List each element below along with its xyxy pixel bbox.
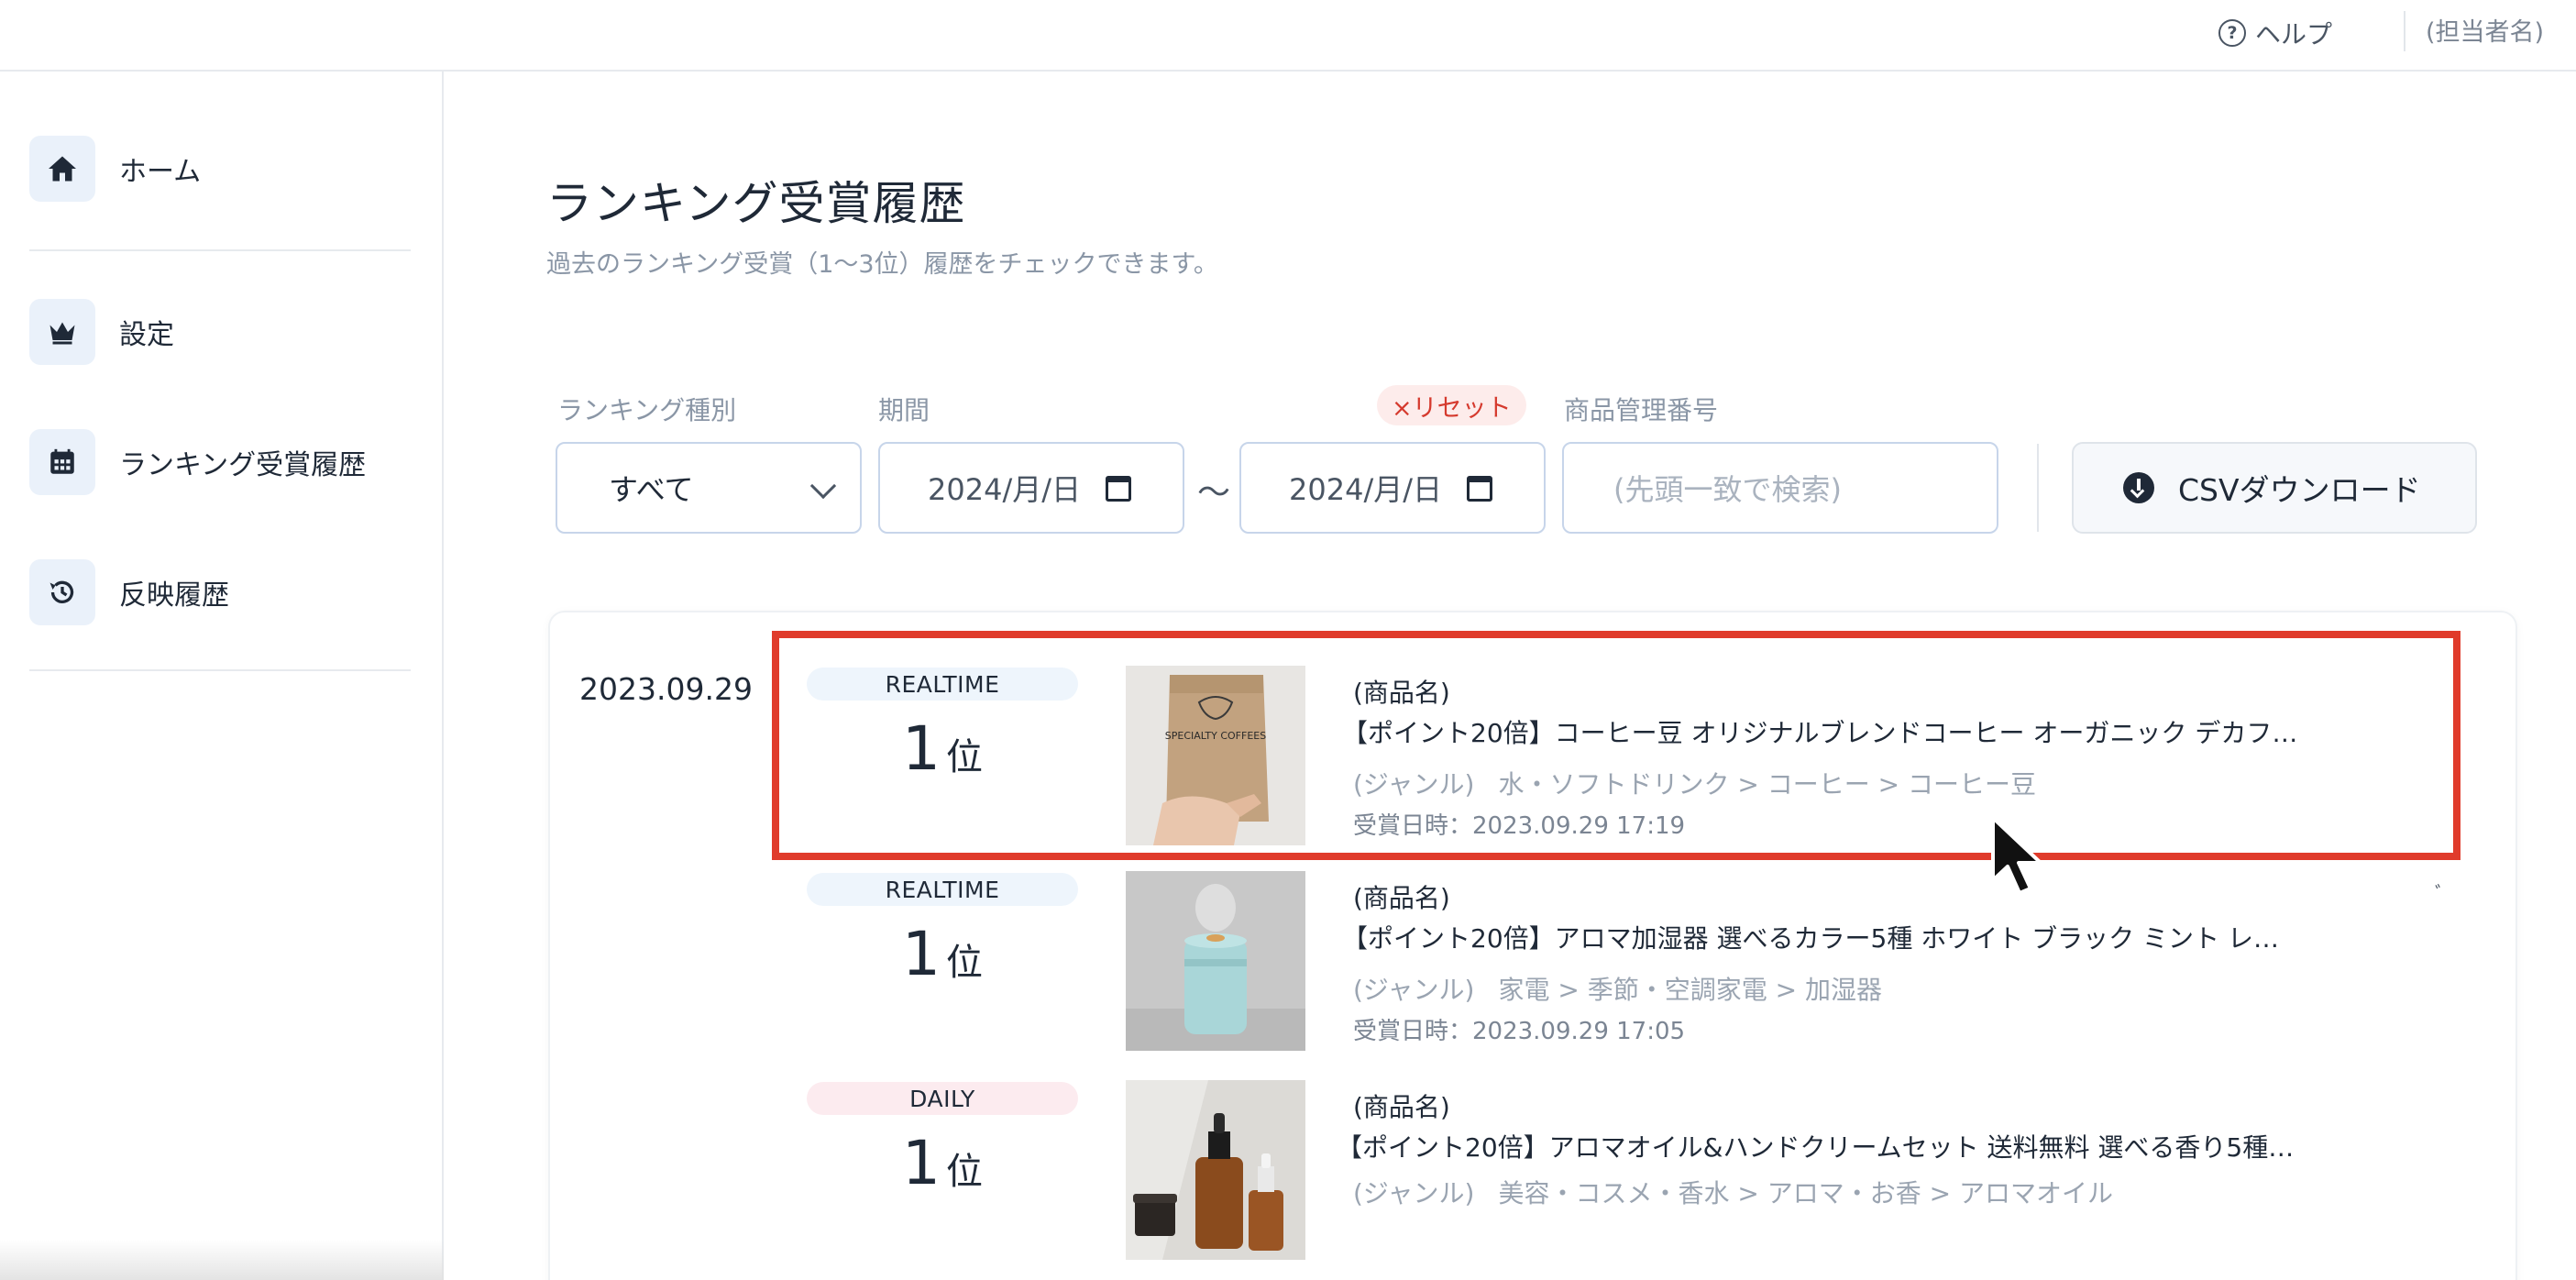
sidebar-item-label: 設定 (119, 319, 174, 351)
award-datetime: 受賞日時：2023.09.29 17:05 (1353, 1018, 1686, 1045)
header-divider (2404, 11, 2405, 51)
genre-path: 家電 > 季節・空調家電 > 加湿器 (1498, 975, 1882, 1005)
csv-download-button[interactable]: CSVダウンロード (2072, 442, 2477, 534)
product-name: 【ポイント20倍】アロマオイル&ハンドクリームセット 送料無料 選べる香り5種 … (1337, 1132, 2295, 1163)
home-icon (29, 136, 95, 202)
date-to-value: 2024/月/日 (1289, 472, 1443, 507)
rank-unit: 位 (946, 1151, 983, 1193)
mouse-cursor-icon (1991, 816, 2042, 895)
ranking-type-badge: DAILY (807, 1082, 1078, 1115)
page-title: ランキング受賞履歴 (546, 177, 966, 230)
sidebar-item-label: ランキング受賞履歴 (119, 449, 367, 481)
top-header: ? ヘルプ (担当者名) (0, 0, 2576, 72)
sidebar-item-reflect-history[interactable]: 反映履歴 (29, 559, 229, 625)
product-genre: (ジャンル) 美容・コスメ・香水 > アロマ・お香 > アロマオイル (1353, 1174, 2113, 1210)
crown-icon (29, 299, 95, 365)
csv-download-label: CSVダウンロード (2178, 472, 2421, 508)
highlight-box (772, 631, 2460, 860)
product-genre: (ジャンル) 家電 > 季節・空調家電 > 加湿器 (1353, 970, 1882, 1007)
date-from-input[interactable]: 2024/月/日 (878, 442, 1184, 534)
ranking-type-value: すべて (609, 472, 694, 507)
genre-path: 美容・コスメ・香水 > アロマ・お香 > アロマオイル (1498, 1178, 2113, 1208)
sidebar-bottom-shade (0, 1240, 444, 1280)
sidebar-item-home[interactable]: ホーム (29, 136, 201, 202)
chevron-down-icon (809, 472, 837, 500)
rank-unit: 位 (946, 942, 983, 984)
sidebar-divider (29, 669, 411, 671)
sidebar: ホーム 設定 ランキング受賞履歴 反映履歴 (0, 72, 444, 1280)
sidebar-item-settings[interactable]: 設定 (29, 299, 174, 365)
ranking-type-select[interactable]: すべて (556, 442, 862, 534)
product-name-label: (商品名) (1353, 883, 1450, 913)
reset-button[interactable]: ×リセット (1377, 385, 1526, 425)
genre-label: (ジャンル) (1353, 1178, 1475, 1208)
page-description: 過去のランキング受賞（1〜3位）履歴をチェックできます。 (546, 250, 1218, 279)
sidebar-item-ranking-history[interactable]: ランキング受賞履歴 (29, 429, 366, 495)
rank-value: 1位 (807, 1128, 1078, 1198)
product-name: 【ポイント20倍】アロマ加湿器 選べるカラー5種 ホワイト ブラック ミント レ… (1342, 923, 2301, 954)
product-code-placeholder: (先頭一致で検索) (1613, 472, 1842, 507)
help-label: ヘルプ (2255, 19, 2333, 50)
calendar-picker-icon[interactable] (1467, 476, 1492, 502)
calendar-icon (29, 429, 95, 495)
period-label: 期間 (878, 395, 930, 425)
rank-number: 1 (902, 1128, 941, 1198)
sidebar-item-label: ホーム (119, 156, 202, 188)
question-icon: ? (2218, 19, 2246, 47)
download-icon (2123, 472, 2154, 503)
product-name-label: (商品名) (1353, 1092, 1450, 1122)
date-range-separator: 〜 (1197, 474, 1231, 512)
genre-label: (ジャンル) (1353, 975, 1475, 1005)
calendar-picker-icon[interactable] (1106, 476, 1131, 502)
sparkle-icon: ﾞ (2435, 884, 2446, 907)
product-code-label: 商品管理番号 (1564, 395, 1719, 425)
help-link[interactable]: ? ヘルプ (2218, 15, 2332, 51)
product-thumbnail-aroma-oil (1126, 1080, 1305, 1260)
date-from-value: 2024/月/日 (928, 472, 1082, 507)
date-to-input[interactable]: 2024/月/日 (1239, 442, 1546, 534)
list-item[interactable]: REALTIME 1位 (商品名) 【ポイント20倍】アロマ加湿器 選べるカラー… (770, 860, 2457, 1062)
result-date: 2023.09.29 (579, 671, 753, 707)
user-name[interactable]: (担当者名) (2426, 15, 2544, 51)
filter-divider (2037, 444, 2039, 532)
product-thumbnail-humidifier (1126, 871, 1305, 1051)
sidebar-item-label: 反映履歴 (119, 579, 229, 612)
ranking-type-label: ランキング種別 (557, 395, 737, 425)
product-code-input[interactable]: (先頭一致で検索) (1562, 442, 1998, 534)
rank-number: 1 (902, 919, 941, 989)
rank-value: 1位 (807, 919, 1078, 989)
ranking-type-badge: REALTIME (807, 873, 1078, 906)
list-item[interactable]: DAILY 1位 (商品名) 【ポイント20倍】アロマオイル&ハンドクリームセッ… (770, 1069, 2457, 1271)
sidebar-divider (29, 249, 411, 251)
history-icon (29, 559, 95, 625)
